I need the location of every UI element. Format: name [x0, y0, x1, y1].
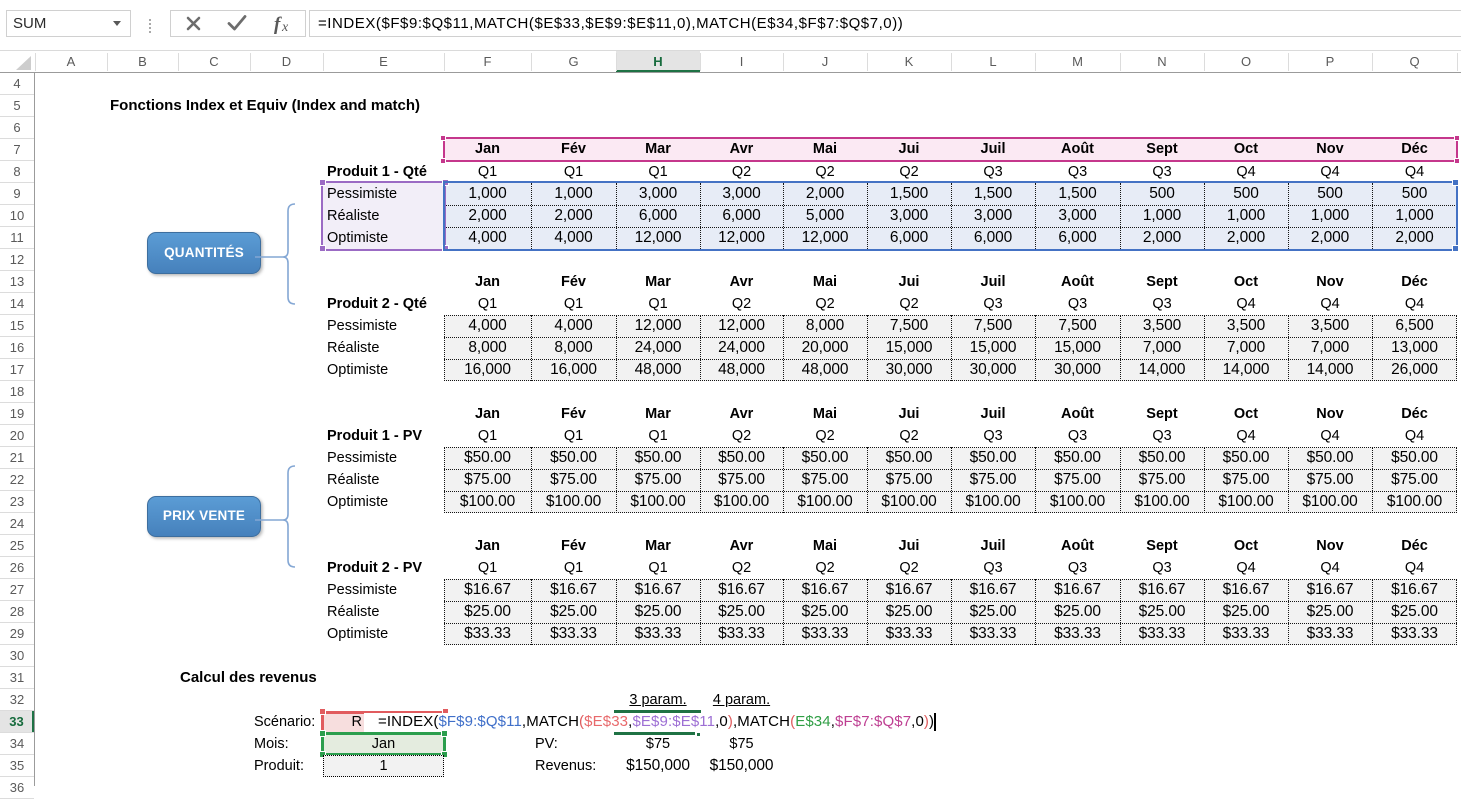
- svg-text:f: f: [274, 14, 282, 35]
- svg-text:x: x: [281, 20, 289, 35]
